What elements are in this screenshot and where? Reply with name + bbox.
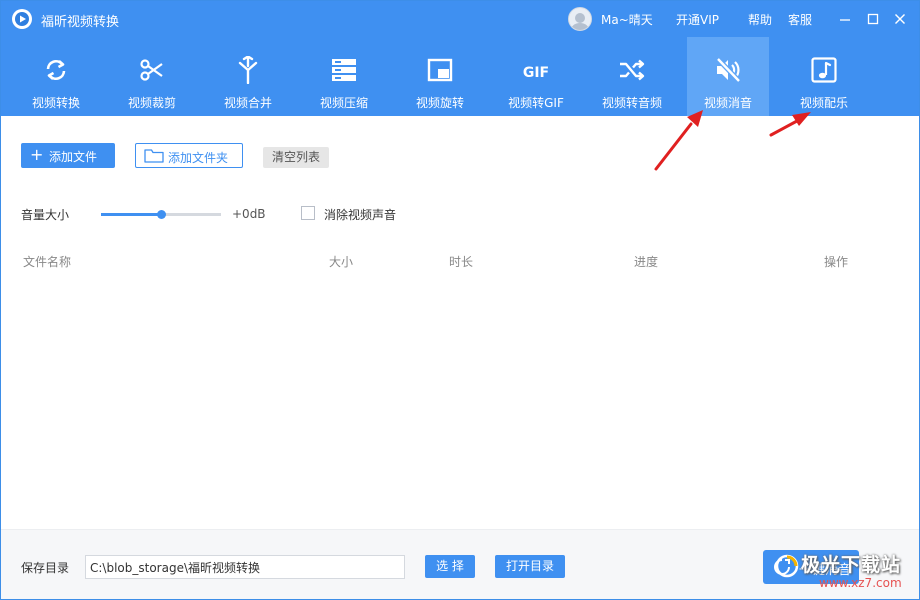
column-header-progress: 进度	[634, 255, 659, 269]
svg-text:GIF: GIF	[523, 65, 549, 81]
annotation-arrow-mute	[654, 110, 703, 171]
column-header-duration: 时长	[449, 255, 474, 269]
mute-checkbox[interactable]	[301, 206, 315, 220]
merge-icon	[238, 56, 258, 84]
tool-label: 视频转换	[31, 96, 80, 110]
watermark-url: www.xz7.com	[819, 576, 902, 590]
tool-label: 视频转GIF	[508, 96, 564, 110]
tool-label: 视频裁剪	[127, 96, 176, 110]
compress-icon	[332, 59, 356, 81]
tool-label: 视频消音	[703, 96, 752, 110]
tool-label: 视频压缩	[319, 96, 368, 110]
add-file-label: 添加文件	[49, 150, 98, 164]
service-link[interactable]: 客服	[788, 11, 812, 28]
watermark-text: 极光下载站	[801, 554, 902, 576]
rotate-icon	[427, 58, 453, 82]
scissors-icon	[140, 59, 163, 81]
mute-icon	[716, 57, 741, 83]
tool-video-mute[interactable]: 视频消音	[687, 37, 769, 116]
tool-label: 视频配乐	[799, 96, 848, 110]
vip-link[interactable]: 开通VIP	[676, 11, 719, 28]
help-link[interactable]: 帮助	[748, 11, 772, 28]
file-list[interactable]	[1, 271, 919, 529]
tool-video-rotate[interactable]: 视频旋转	[399, 37, 481, 116]
tool-label: 视频旋转	[415, 96, 464, 110]
column-header-name: 文件名称	[23, 255, 72, 269]
volume-slider[interactable]	[101, 210, 221, 219]
app-logo-icon	[12, 9, 32, 29]
app-title: 福昕视频转换	[41, 15, 120, 30]
volume-slider-knob[interactable]	[157, 210, 166, 219]
add-file-button[interactable]: + 添加文件	[21, 143, 115, 168]
clear-list-button[interactable]: 清空列表	[263, 147, 329, 168]
tool-video-convert[interactable]: 视频转换	[15, 37, 97, 116]
column-header-actions: 操作	[824, 255, 849, 269]
save-path-input[interactable]	[85, 555, 405, 579]
tool-video-crop[interactable]: 视频裁剪	[111, 37, 193, 116]
folder-icon	[144, 149, 164, 163]
title-bar: 福昕视频转换 Ma~晴天 开通VIP 帮助 客服	[1, 1, 919, 37]
plus-icon: +	[30, 145, 44, 164]
save-dir-label: 保存目录	[21, 561, 70, 575]
tool-label: 视频合并	[223, 96, 272, 110]
refresh-icon	[46, 60, 66, 80]
app-window: 福昕视频转换 Ma~晴天 开通VIP 帮助 客服 视频转换 视频裁剪 视频合并 …	[0, 0, 920, 600]
volume-label: 音量大小	[21, 208, 70, 222]
watermark-logo-icon	[775, 554, 799, 578]
tool-label: 视频转音频	[601, 96, 662, 110]
choose-dir-button[interactable]: 选 择	[425, 555, 475, 578]
mute-checkbox-label[interactable]: 消除视频声音	[324, 206, 396, 223]
shuffle-icon	[620, 59, 645, 81]
music-note-icon	[811, 57, 837, 83]
tool-video-compress[interactable]: 视频压缩	[303, 37, 385, 116]
username[interactable]: Ma~晴天	[601, 11, 653, 28]
tool-video-music[interactable]: 视频配乐	[783, 37, 865, 116]
tool-video-to-audio[interactable]: 视频转音频	[591, 37, 673, 116]
add-folder-label: 添加文件夹	[168, 151, 229, 165]
tool-video-gif[interactable]: GIF 视频转GIF	[495, 37, 577, 116]
add-folder-button[interactable]: 添加文件夹	[135, 143, 243, 168]
gif-icon: GIF	[523, 65, 549, 81]
tool-bar: 视频转换 视频裁剪 视频合并 视频压缩 视频旋转 GIF 视频转GIF 视频转音…	[1, 37, 919, 116]
maximize-icon[interactable]	[863, 9, 883, 29]
tool-video-merge[interactable]: 视频合并	[207, 37, 289, 116]
close-icon[interactable]	[890, 9, 910, 29]
open-dir-button[interactable]: 打开目录	[495, 555, 565, 578]
volume-value: +0dB	[232, 207, 266, 221]
avatar[interactable]	[568, 7, 592, 31]
column-header-size: 大小	[329, 255, 354, 269]
volume-slider-fill	[101, 213, 161, 216]
minimize-icon[interactable]	[835, 9, 855, 29]
